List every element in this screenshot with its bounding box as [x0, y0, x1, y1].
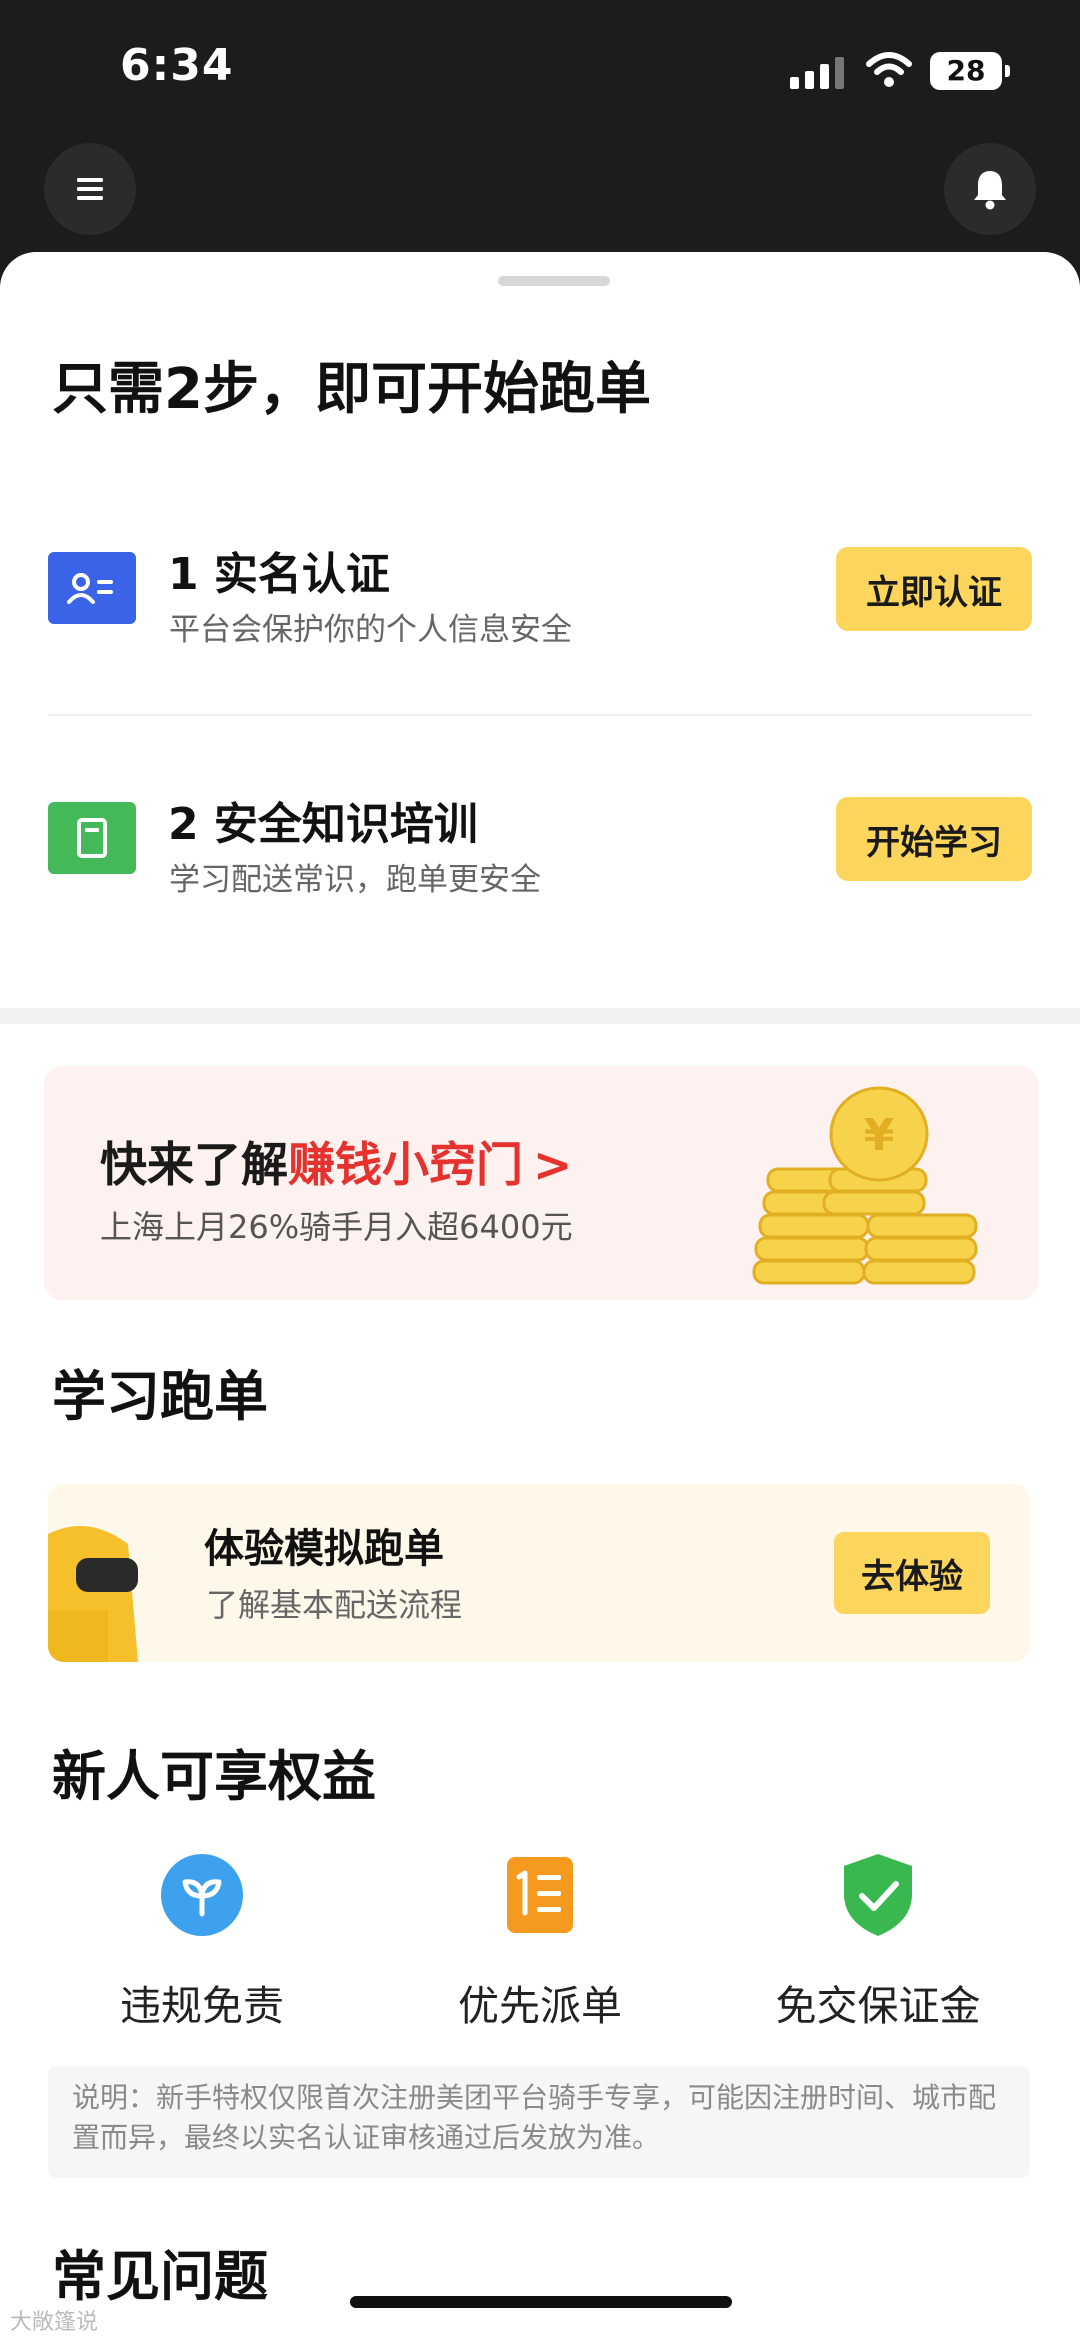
rider-helmet-illustration — [48, 1526, 138, 1662]
document-icon — [48, 802, 136, 874]
try-now-button[interactable]: 去体验 — [834, 1532, 990, 1614]
shield-check-icon — [835, 1852, 921, 1938]
step-2-subtitle: 学习配送常识，跑单更安全 — [169, 862, 541, 898]
wifi-icon — [866, 52, 912, 87]
chevron-right-icon: > — [533, 1138, 573, 1193]
learn-card-title: 体验模拟跑单 — [204, 1526, 444, 1572]
perk-label: 违规免责 — [120, 1982, 284, 2030]
notification-button[interactable] — [944, 143, 1036, 235]
banner-title-prefix: 快来了解 — [100, 1138, 288, 1193]
status-bar: 6:34 28 — [0, 0, 1080, 140]
divider — [48, 714, 1032, 716]
banner-subtitle: 上海上月26%骑手月入超6400元 — [100, 1208, 573, 1246]
learn-card-subtitle: 了解基本配送流程 — [206, 1586, 463, 1624]
perk-no-deposit[interactable]: 免交保证金 — [708, 1852, 1048, 2032]
sheet-drag-handle[interactable] — [498, 276, 610, 286]
cellular-signal-icon — [790, 55, 846, 89]
perks-heading: 新人可享权益 — [52, 1745, 376, 1808]
gold-coins-illustration: ¥ — [752, 1086, 978, 1285]
bell-icon — [974, 171, 1006, 210]
step-real-name-verification: 1 实名认证 平台会保护你的个人信息安全 立即认证 — [48, 512, 1032, 662]
watermark-logo: 大敞篷说 — [10, 2310, 99, 2335]
id-card-icon — [48, 552, 136, 624]
earning-tips-banner[interactable]: 快来了解赚钱小窍门 > 上海上月26%骑手月入超6400元 ¥ — [44, 1066, 1038, 1300]
faq-heading: 常见问题 — [52, 2245, 268, 2308]
section-gap — [0, 1008, 1080, 1024]
perks-note: 说明：新手特权仅限首次注册美团平台骑手专享，可能因注册时间、城市配置而异，最终以… — [48, 2066, 1030, 2178]
step-safety-training: 2 安全知识培训 学习配送常识，跑单更安全 开始学习 — [48, 762, 1032, 912]
step-1-subtitle: 平台会保护你的个人信息安全 — [169, 612, 572, 648]
perk-label: 优先派单 — [458, 1982, 622, 2030]
start-learning-button[interactable]: 开始学习 — [836, 797, 1032, 881]
bottom-sheet: 只需2步，即可开始跑单 1 实名认证 平台会保护你的个人信息安全 立即认证 2 … — [0, 252, 1080, 2337]
steps-title: 只需2步，即可开始跑单 — [52, 357, 651, 422]
status-time: 6:34 — [120, 40, 234, 91]
sprout-icon — [159, 1852, 245, 1938]
banner-title-highlight: 赚钱小窍门 — [288, 1138, 523, 1193]
svg-text:¥: ¥ — [864, 1110, 895, 1161]
simulated-delivery-card[interactable]: 体验模拟跑单 了解基本配送流程 去体验 — [48, 1484, 1030, 1662]
perk-label: 免交保证金 — [775, 1982, 981, 2030]
learn-heading: 学习跑单 — [52, 1365, 268, 1428]
perk-violation-exemption[interactable]: 违规免责 — [32, 1852, 372, 2032]
battery-indicator: 28 — [930, 52, 1010, 90]
step-1-title: 1 实名认证 — [168, 549, 390, 600]
verify-now-button[interactable]: 立即认证 — [836, 547, 1032, 631]
home-indicator[interactable] — [350, 2296, 732, 2308]
banner-title: 快来了解赚钱小窍门 > — [100, 1126, 572, 1195]
menu-icon — [77, 178, 103, 200]
list-priority-icon — [497, 1852, 583, 1938]
perk-priority-dispatch[interactable]: 优先派单 — [370, 1852, 710, 2032]
menu-button[interactable] — [44, 143, 136, 235]
step-2-title: 2 安全知识培训 — [168, 799, 478, 850]
